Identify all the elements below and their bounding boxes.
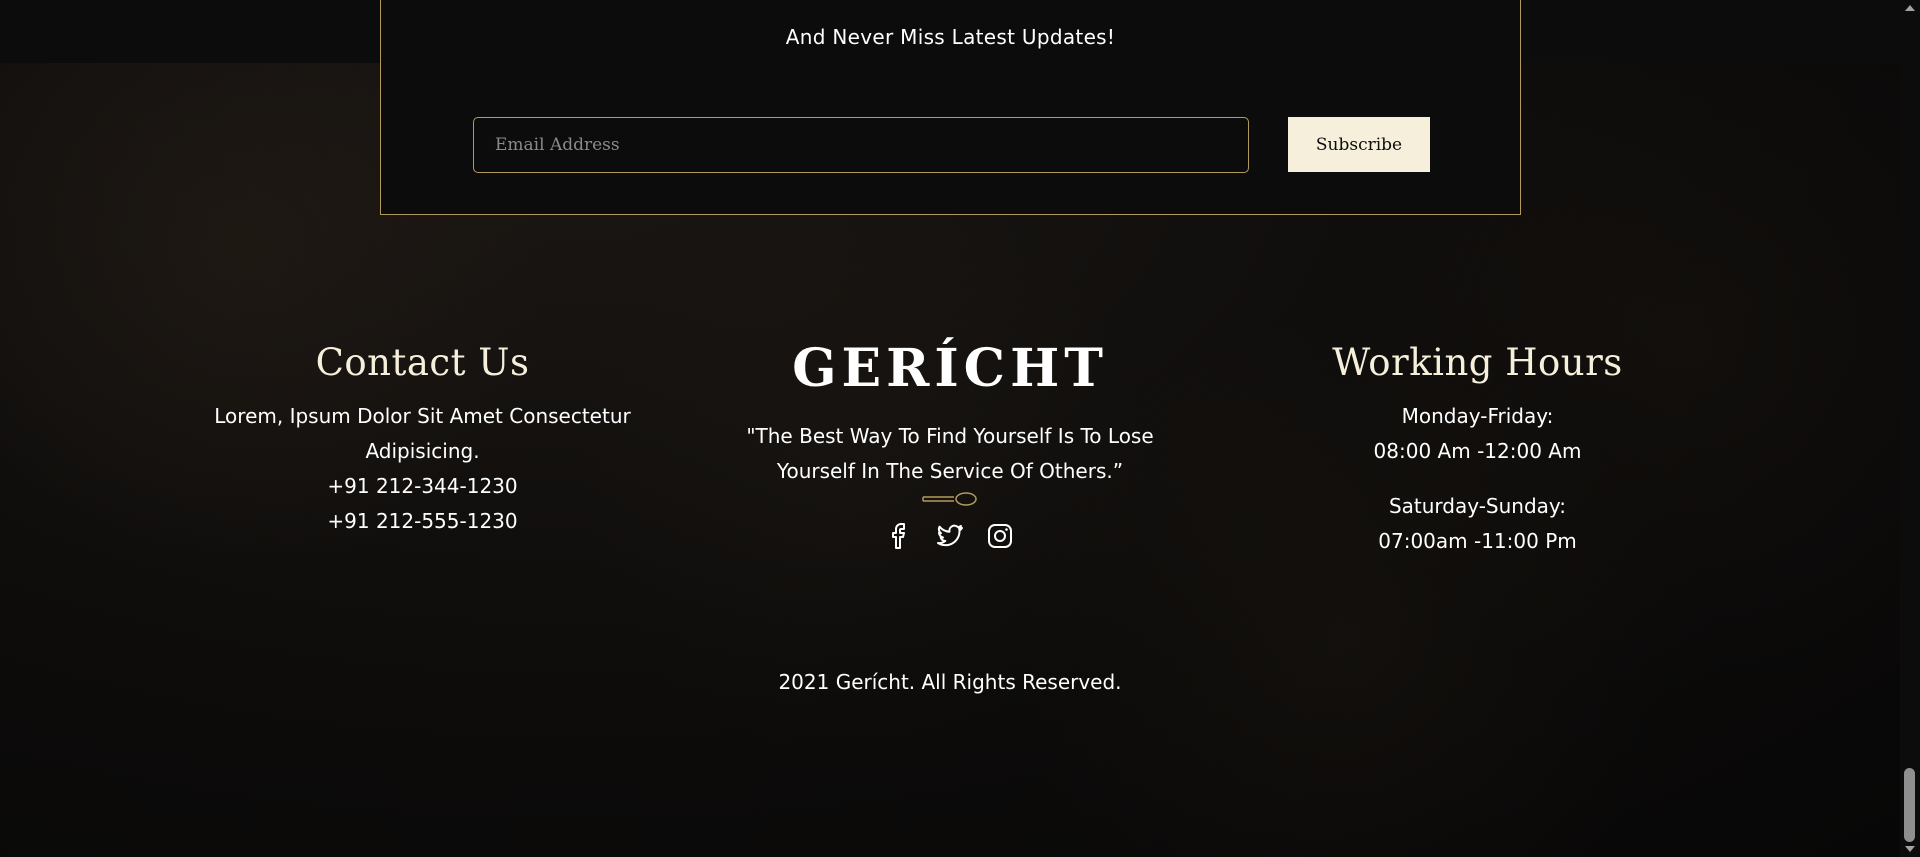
- contact-column: Contact Us Lorem, Ipsum Dolor Sit Amet C…: [190, 338, 655, 539]
- quote-line2: Yourself In The Service Of Others.”: [776, 459, 1124, 483]
- hours-column: Working Hours Monday-Friday: 08:00 Am -1…: [1270, 338, 1685, 559]
- brand-column: GERÍCHT "The Best Way To Find Yourself I…: [720, 338, 1180, 551]
- newsletter-box: And Never Miss Latest Updates! Subscribe: [380, 0, 1521, 215]
- weekend-time: 07:00am -11:00 Pm: [1378, 529, 1577, 553]
- scrollbar-thumb[interactable]: [1904, 768, 1915, 842]
- contact-phone-1: +91 212-344-1230: [327, 474, 518, 498]
- newsletter-subtitle: And Never Miss Latest Updates!: [785, 25, 1116, 49]
- contact-phone-2: +91 212-555-1230: [327, 509, 518, 533]
- instagram-icon[interactable]: [986, 521, 1014, 551]
- brand-logo: GERÍCHT: [792, 338, 1108, 399]
- twitter-icon[interactable]: [936, 521, 964, 551]
- hours-heading: Working Hours: [1332, 341, 1623, 384]
- subscribe-button[interactable]: Subscribe: [1288, 117, 1430, 172]
- weekend-label: Saturday-Sunday:: [1388, 494, 1567, 518]
- social-links: [720, 521, 1180, 551]
- email-input[interactable]: [473, 117, 1249, 173]
- contact-heading: Contact Us: [315, 341, 530, 384]
- quote-line1: "The Best Way To Find Yourself Is To Los…: [746, 424, 1154, 448]
- vertical-scrollbar[interactable]: [1900, 0, 1920, 857]
- contact-address-line1: Lorem, Ipsum Dolor Sit Amet Consectetur: [214, 404, 631, 428]
- weekday-label: Monday-Friday:: [1401, 404, 1554, 428]
- spoon-icon: [922, 492, 977, 506]
- brand-quote: "The Best Way To Find Yourself Is To Los…: [720, 419, 1180, 489]
- copyright-text: 2021 Gerícht. All Rights Reserved.: [778, 670, 1122, 694]
- scroll-up-icon[interactable]: [1905, 5, 1915, 11]
- facebook-icon[interactable]: [886, 521, 914, 551]
- hours-details: Monday-Friday: 08:00 Am -12:00 Am Saturd…: [1270, 399, 1685, 559]
- contact-details: Lorem, Ipsum Dolor Sit Amet Consectetur …: [190, 399, 655, 539]
- weekday-time: 08:00 Am -12:00 Am: [1373, 439, 1582, 463]
- scroll-down-icon[interactable]: [1905, 846, 1915, 852]
- contact-address-line2: Adipisicing.: [365, 439, 480, 463]
